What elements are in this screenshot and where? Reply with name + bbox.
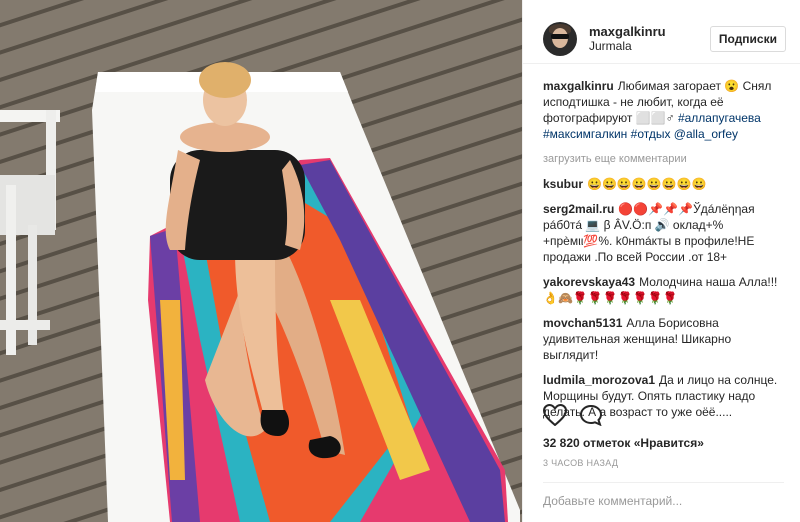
header-location[interactable]: Jurmala	[589, 39, 710, 54]
user-block: maxgalkinru Jurmala	[589, 24, 710, 54]
load-more-comments-link[interactable]: загрузить еще комментарии	[543, 151, 784, 167]
post-photo[interactable]	[0, 0, 522, 522]
comment-text: 😀😀😀😀😀😀😀😀	[587, 177, 707, 191]
comment-item: movchan5131 Алла Борисовна удивительная ж…	[543, 315, 784, 363]
post-header: maxgalkinru Jurmala Подписки	[523, 0, 800, 64]
post-sidebar: maxgalkinru Jurmala Подписки maxgalkinru…	[522, 0, 800, 522]
instagram-post: maxgalkinru Jurmala Подписки maxgalkinru…	[0, 0, 800, 522]
caption: maxgalkinru Любимая загорает 😮 Снял испод…	[543, 78, 784, 142]
caption-username[interactable]: maxgalkinru	[543, 79, 614, 93]
action-bar	[543, 404, 603, 426]
comment-username[interactable]: ludmila_morozova1	[543, 373, 655, 387]
comment-username[interactable]: movchan5131	[543, 316, 622, 330]
comment-username[interactable]: serg2mail.ru	[543, 202, 614, 216]
post-time[interactable]: 3 ЧАСОВ НАЗАД	[543, 458, 618, 468]
add-comment-input[interactable]: Добавьте комментарий...	[543, 482, 784, 508]
heart-icon[interactable]	[543, 404, 567, 426]
likes-count[interactable]: 32 820 отметок «Нравится»	[543, 436, 704, 450]
sunbathing-photo	[0, 0, 522, 522]
follow-button[interactable]: Подписки	[709, 25, 786, 52]
comment-item: yakorevskaya43 Молодчина наша Алла!!! 👌🙈🌹…	[543, 274, 784, 306]
header-username[interactable]: maxgalkinru	[589, 24, 710, 39]
avatar-glasses	[551, 33, 569, 39]
comment-item: serg2mail.ru 🔴🔴📌📌📌Ўдáлёηηая рáб0тá 💻 β ÂV…	[543, 201, 784, 265]
comment-item: ksubur 😀😀😀😀😀😀😀😀	[543, 176, 784, 192]
comment-icon[interactable]	[579, 404, 603, 426]
comment-username[interactable]: ksubur	[543, 177, 583, 191]
avatar[interactable]	[543, 21, 577, 56]
comment-username[interactable]: yakorevskaya43	[543, 275, 635, 289]
comment-list: maxgalkinru Любимая загорает 😮 Снял испод…	[523, 64, 800, 420]
